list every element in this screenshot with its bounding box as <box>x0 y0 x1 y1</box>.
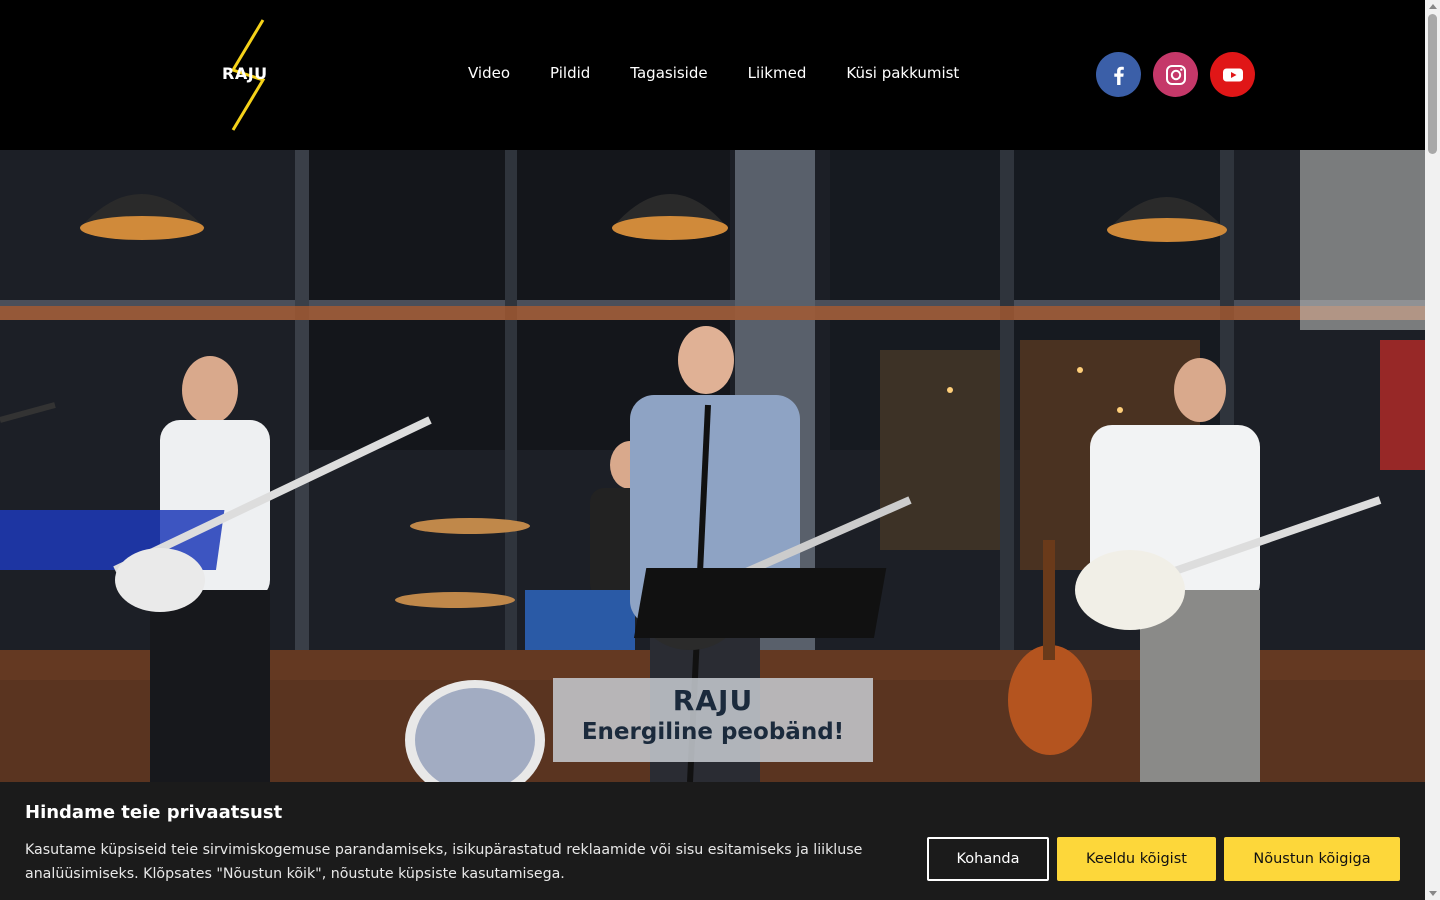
cookie-title: Hindame teie privaatsust <box>25 802 283 823</box>
page-scrollbar[interactable] <box>1425 0 1440 900</box>
nav-video[interactable]: Video <box>468 64 510 82</box>
scroll-up-arrow-icon[interactable] <box>1429 4 1437 9</box>
nav-kusi-pakkumist[interactable]: Küsi pakkumist <box>846 64 959 82</box>
hero-caption-title: RAJU <box>672 684 754 717</box>
page: RAJU Video Pildid Tagasiside Liikmed Küs… <box>0 0 1425 900</box>
scroll-thumb[interactable] <box>1428 14 1437 154</box>
reject-all-button[interactable]: Keeldu kõigist <box>1057 837 1216 881</box>
cookie-text: Kasutame küpsiseid teie sirvimiskogemuse… <box>25 842 863 882</box>
instagram-icon <box>1165 64 1186 85</box>
nav-liikmed[interactable]: Liikmed <box>748 64 807 82</box>
logo-text: RAJU <box>222 64 268 83</box>
hero-caption: RAJU Energiline peobänd! <box>553 678 873 762</box>
site-header: RAJU Video Pildid Tagasiside Liikmed Küs… <box>0 0 1425 150</box>
nav-pildid[interactable]: Pildid <box>550 64 590 82</box>
social-links <box>1096 52 1255 97</box>
cookie-banner: Hindame teie privaatsust Kasutame küpsis… <box>0 782 1425 900</box>
facebook-button[interactable] <box>1096 52 1141 97</box>
raju-logo[interactable]: RAJU <box>219 18 277 132</box>
facebook-icon <box>1113 66 1124 85</box>
main-nav: Video Pildid Tagasiside Liikmed Küsi pak… <box>468 64 999 82</box>
customize-button[interactable]: Kohanda <box>927 837 1049 881</box>
scroll-down-arrow-icon[interactable] <box>1429 891 1437 896</box>
nav-tagasiside[interactable]: Tagasiside <box>630 64 707 82</box>
hero-band-photo: RAJU Energiline peobänd! <box>0 150 1425 782</box>
youtube-button[interactable] <box>1210 52 1255 97</box>
youtube-icon <box>1222 68 1243 81</box>
instagram-button[interactable] <box>1153 52 1198 97</box>
accept-all-button[interactable]: Nõustun kõigiga <box>1224 837 1400 881</box>
hero-caption-subtitle: Energiline peobänd! <box>581 719 845 745</box>
